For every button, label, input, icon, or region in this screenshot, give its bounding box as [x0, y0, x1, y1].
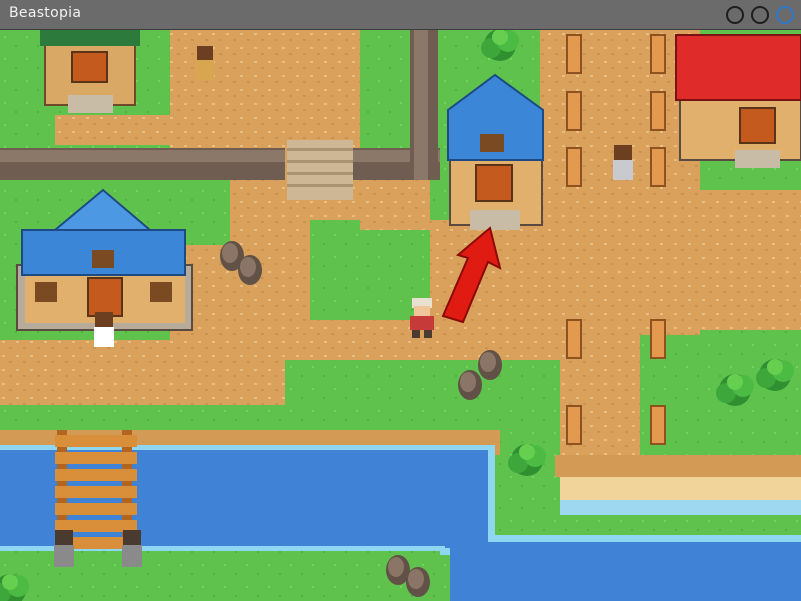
game-canvas[interactable]	[0, 30, 801, 601]
npc-by-left-house[interactable]	[94, 312, 114, 347]
game-window: Beastopia	[0, 0, 801, 601]
stone-stairs	[287, 140, 353, 200]
npc-right[interactable]	[613, 145, 633, 180]
window-title: Beastopia	[9, 5, 82, 21]
house-red-roof-right[interactable]	[675, 34, 801, 168]
house-top-left[interactable]	[40, 30, 140, 113]
maximize-button[interactable]	[751, 6, 769, 24]
title-bar: Beastopia	[0, 0, 801, 30]
close-button[interactable]	[776, 6, 794, 24]
npc-bridge-left[interactable]	[54, 530, 74, 567]
npc-bridge-right[interactable]	[122, 530, 142, 567]
minimize-button[interactable]	[726, 6, 744, 24]
npc-top[interactable]	[196, 46, 214, 80]
